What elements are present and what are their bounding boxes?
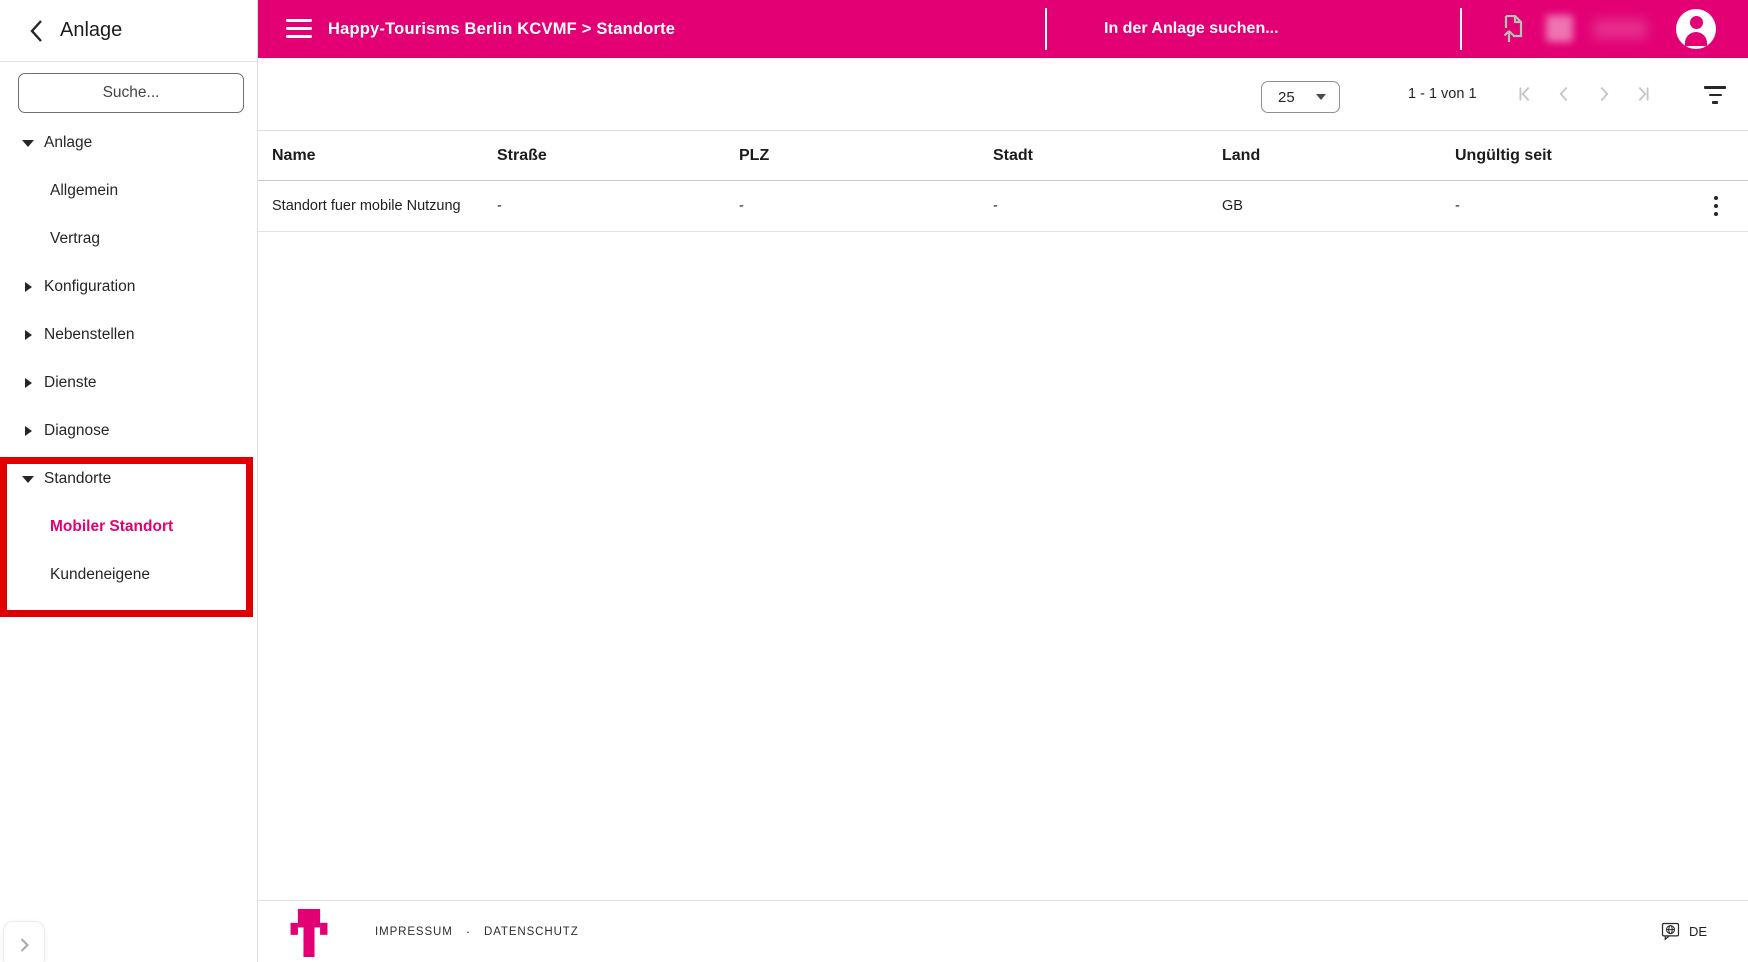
redacted-username [1593, 19, 1647, 39]
cell-value: - [1455, 198, 1460, 214]
cell-name: Standort fuer mobile Nutzung [272, 198, 497, 214]
chevron-left-icon [1559, 86, 1568, 102]
cell-plz: - [739, 198, 993, 214]
sidebar-item-mobiler-standort[interactable]: Mobiler Standort [0, 503, 257, 551]
footer-links: IMPRESSUM · DATENSCHUTZ [375, 924, 579, 939]
sidebar-collapse-button[interactable] [3, 921, 45, 962]
column-header-stadt[interactable]: Stadt [993, 147, 1222, 165]
caret-down-icon[interactable] [21, 139, 35, 147]
sidebar-item-vertrag[interactable]: Vertrag [0, 215, 257, 263]
sidebar-item-label: Dienste [44, 374, 97, 391]
first-page-button[interactable] [1513, 82, 1537, 106]
sidebar-item-anlage[interactable]: Anlage [0, 119, 257, 167]
header-divider [1460, 8, 1462, 50]
pagination-range-label: 1 - 1 von 1 [1408, 86, 1477, 102]
sidebar-item-konfiguration[interactable]: Konfiguration [0, 263, 257, 311]
cell-stadt: - [993, 198, 1222, 214]
sidebar-title: Anlage [60, 19, 123, 41]
chevron-right-icon [20, 938, 29, 952]
app-window: Anlage Anlage Allgemein Vertrag Konfigurati… [0, 0, 1748, 962]
column-header-ungültig-seit[interactable]: Ungültig seit [1455, 147, 1748, 165]
caret-down-icon [1316, 94, 1326, 100]
main-area: Happy-Tourisms Berlin KCVMF > Standorte … [258, 0, 1748, 962]
sidebar-item-label: Kundeneigene [50, 566, 150, 583]
sidebar-item-label: Allgemein [50, 182, 119, 199]
sidebar-item-label: Mobiler Standort [50, 518, 174, 535]
sidebar-item-label: Vertrag [50, 230, 100, 247]
caret-down-icon[interactable] [21, 475, 35, 483]
sidebar-nav: Anlage Allgemein Vertrag Konfiguration Neben… [0, 119, 257, 599]
sidebar-item-label: Diagnose [44, 422, 110, 439]
chevron-right-icon [1600, 86, 1609, 102]
cell-value: GB [1222, 198, 1243, 214]
previous-page-button[interactable] [1552, 82, 1576, 106]
breadcrumb: Happy-Tourisms Berlin KCVMF > Standorte [328, 19, 676, 38]
table-row[interactable]: Standort fuer mobile Nutzung - - - GB - [258, 181, 1748, 232]
cell-value: - [497, 198, 502, 214]
sidebar-back-button[interactable]: Anlage [0, 0, 257, 62]
column-header-plz[interactable]: PLZ [739, 147, 993, 165]
cell-straße: - [497, 198, 739, 214]
last-page-button[interactable] [1631, 82, 1655, 106]
caret-right-icon[interactable] [21, 282, 35, 292]
last-page-icon [1638, 86, 1649, 102]
language-label: DE [1688, 924, 1707, 939]
first-page-icon [1519, 86, 1530, 102]
table-toolbar: 25 1 - 1 von 1 [258, 58, 1748, 130]
language-bubble-icon [1661, 922, 1680, 941]
telekom-t-logo [290, 909, 328, 962]
page-size-select[interactable]: 25 [1261, 81, 1340, 113]
next-page-button[interactable] [1592, 82, 1616, 106]
sidebar-item-dienste[interactable]: Dienste [0, 359, 257, 407]
sidebar-item-allgemein[interactable]: Allgemein [0, 167, 257, 215]
kebab-menu-icon[interactable] [1708, 192, 1725, 221]
sidebar-search [0, 62, 257, 113]
footer-link-impressum[interactable]: IMPRESSUM [375, 926, 453, 938]
footer-link-datenschutz[interactable]: DATENSCHUTZ [484, 926, 579, 938]
cell-value: Standort fuer mobile Nutzung [272, 198, 461, 214]
footer-link-separator: · [465, 924, 471, 939]
file-upload-icon[interactable] [1500, 14, 1524, 48]
page-size-value: 25 [1278, 88, 1295, 106]
sidebar-item-diagnose[interactable]: Diagnose [0, 407, 257, 455]
caret-right-icon[interactable] [21, 330, 35, 340]
column-header-straße[interactable]: Straße [497, 147, 739, 165]
sidebar-item-label: Konfiguration [44, 278, 136, 295]
cell-ungültig-seit: - [1455, 192, 1748, 221]
sidebar-item-label: Anlage [44, 134, 93, 151]
cell-value: - [739, 198, 744, 214]
caret-right-icon[interactable] [21, 378, 35, 388]
header-search-field[interactable]: In der Anlage suchen... [1104, 0, 1279, 58]
column-header-name[interactable]: Name [272, 147, 497, 165]
table-header-row: Name Straße PLZ Stadt Land Ungültig seit [258, 130, 1748, 181]
sidebar-item-label: Nebenstellen [44, 326, 135, 343]
cell-value: - [993, 198, 998, 214]
sidebar-search-input[interactable] [18, 73, 244, 113]
sidebar-item-standorte[interactable]: Standorte [0, 455, 257, 503]
redacted-icon [1546, 15, 1573, 42]
sidebar-item-label: Standorte [44, 470, 112, 487]
user-avatar-icon[interactable] [1676, 9, 1716, 49]
sidebar-item-kundeneigene[interactable]: Kundeneigene [0, 551, 257, 599]
chevron-left-icon [30, 19, 43, 42]
hamburger-menu-icon[interactable] [286, 19, 312, 38]
header-divider [1045, 8, 1047, 50]
column-header-land[interactable]: Land [1222, 147, 1455, 165]
sidebar-item-nebenstellen[interactable]: Nebenstellen [0, 311, 257, 359]
cell-land: GB [1222, 198, 1455, 214]
caret-right-icon[interactable] [21, 426, 35, 436]
sidebar: Anlage Anlage Allgemein Vertrag Konfigurati… [0, 0, 258, 962]
app-header: Happy-Tourisms Berlin KCVMF > Standorte … [258, 0, 1748, 58]
language-selector[interactable]: DE [1661, 922, 1707, 941]
locations-table: Name Straße PLZ Stadt Land Ungültig seit Stan… [258, 130, 1748, 232]
filter-list-icon[interactable] [1703, 86, 1727, 104]
table-body: Standort fuer mobile Nutzung - - - GB - [258, 181, 1748, 232]
footer: IMPRESSUM · DATENSCHUTZ DE [258, 900, 1748, 962]
